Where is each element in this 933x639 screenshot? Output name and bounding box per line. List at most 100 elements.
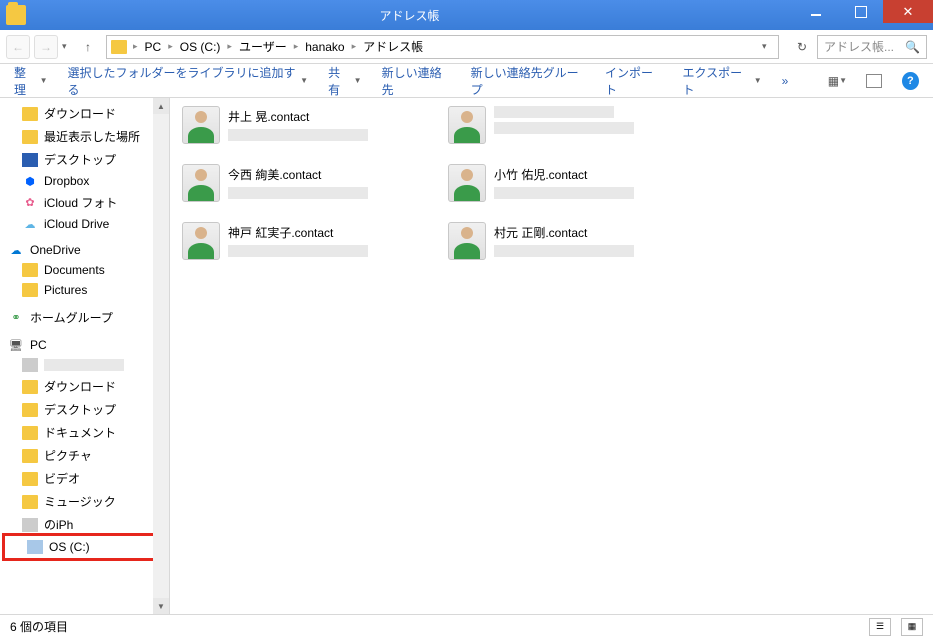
sidebar-item-icloud-photo[interactable]: ✿iCloud フォト [0, 191, 169, 214]
contact-detail [494, 187, 634, 199]
file-list: 井上 晃.contact 今西 絢美.contact [170, 98, 933, 614]
folder-icon [22, 283, 38, 297]
breadcrumb-item[interactable]: OS (C:) [177, 40, 224, 54]
folder-icon [22, 495, 38, 509]
sidebar-item-documents[interactable]: Documents [0, 260, 169, 280]
sidebar-item-pc-pictures[interactable]: ピクチャ [0, 444, 169, 467]
icloud-icon: ☁ [22, 217, 38, 231]
details-view-button[interactable]: ☰ [869, 618, 891, 636]
minimize-button[interactable] [793, 0, 838, 23]
sidebar-item-pc-desktop[interactable]: デスクトップ [0, 398, 169, 421]
chevron-right-icon: ▸ [292, 41, 301, 52]
import-button[interactable]: インポート [605, 64, 663, 98]
sidebar-item-os-drive[interactable]: OS (C:) [2, 533, 167, 561]
new-contact-group-button[interactable]: 新しい連絡先グループ [471, 64, 585, 98]
contact-name: 神戸 紅実子.contact [228, 222, 368, 241]
device-icon [22, 358, 38, 372]
sidebar-item-pc-music[interactable]: ミュージック [0, 490, 169, 513]
sidebar-item-homegroup[interactable]: ⚭ホームグループ [0, 306, 169, 329]
homegroup-icon: ⚭ [8, 311, 24, 325]
chevron-right-icon: ▸ [131, 41, 140, 52]
sidebar-item-pc-documents[interactable]: ドキュメント [0, 421, 169, 444]
forward-button[interactable]: → [34, 35, 58, 59]
scroll-down-icon[interactable]: ▼ [153, 598, 169, 614]
refresh-button[interactable]: ↻ [791, 40, 813, 54]
title-bar: アドレス帳 [0, 0, 933, 30]
overflow-menu[interactable]: » [782, 74, 789, 88]
search-input[interactable]: アドレス帳... 🔍 [817, 35, 927, 59]
sidebar-item-pc[interactable]: 🖥PC [0, 335, 169, 355]
contact-icon [448, 222, 486, 260]
contact-icon [182, 106, 220, 144]
view-menu-icon[interactable]: ▦▼ [828, 72, 846, 90]
breadcrumb-item[interactable]: アドレス帳 [360, 38, 426, 55]
back-button[interactable]: ← [6, 35, 30, 59]
contact-detail [494, 122, 634, 134]
history-dropdown[interactable]: ▾ [62, 41, 74, 52]
dropbox-icon: ⬢ [22, 174, 38, 188]
contact-icon [182, 222, 220, 260]
new-contact-button[interactable]: 新しい連絡先 [382, 64, 451, 98]
folder-icon [6, 5, 26, 25]
close-button[interactable] [883, 0, 933, 23]
help-icon[interactable]: ? [902, 72, 919, 90]
breadcrumb-item[interactable]: hanako [302, 40, 347, 54]
sidebar-item-pictures[interactable]: Pictures [0, 280, 169, 300]
chevron-right-icon: ▸ [225, 41, 234, 52]
sidebar-scrollbar[interactable]: ▲ ▼ [153, 98, 169, 614]
sidebar-item-onedrive[interactable]: ☁OneDrive [0, 240, 169, 260]
item-count: 6 個の項目 [10, 618, 68, 635]
folder-icon [22, 472, 38, 486]
folder-icon [22, 380, 38, 394]
sidebar-item-desktop[interactable]: デスクトップ [0, 148, 169, 171]
folder-icon [22, 426, 38, 440]
contact-icon [448, 106, 486, 144]
contact-name: 小竹 佑児.contact [494, 164, 634, 183]
device-icon [22, 518, 38, 532]
sidebar-item-pc-downloads[interactable]: ダウンロード [0, 375, 169, 398]
contact-detail [228, 245, 368, 257]
icons-view-button[interactable]: ▦ [901, 618, 923, 636]
content-area: ダウンロード 最近表示した場所 デスクトップ ⬢Dropbox ✿iCloud … [0, 98, 933, 614]
folder-icon [22, 107, 38, 121]
contact-item[interactable] [448, 106, 698, 144]
contact-name: 今西 絢美.contact [228, 164, 368, 183]
folder-icon [111, 40, 127, 54]
contact-item[interactable]: 井上 晃.contact [182, 106, 432, 144]
contact-item[interactable]: 神戸 紅実子.contact [182, 222, 432, 260]
toolbar: 整理 ▼ 選択したフォルダーをライブラリに追加する ▼ 共有 ▼ 新しい連絡先 … [0, 64, 933, 98]
contact-detail [228, 187, 368, 199]
breadcrumb-item[interactable]: PC [142, 40, 165, 54]
navigation-bar: ← → ▾ ↑ ▸ PC ▸ OS (C:) ▸ ユーザー ▸ hanako ▸… [0, 30, 933, 64]
preview-pane-icon[interactable] [866, 74, 881, 88]
onedrive-icon: ☁ [8, 243, 24, 257]
search-icon: 🔍 [905, 40, 920, 54]
maximize-button[interactable] [838, 0, 883, 23]
contact-item[interactable]: 小竹 佑児.contact [448, 164, 698, 202]
export-menu[interactable]: エクスポート ▼ [683, 64, 762, 98]
status-bar: 6 個の項目 ☰ ▦ [0, 614, 933, 638]
contact-icon [448, 164, 486, 202]
contact-name [494, 106, 614, 118]
contact-item[interactable]: 今西 絢美.contact [182, 164, 432, 202]
recent-icon [22, 130, 38, 144]
chevron-right-icon: ▸ [166, 41, 175, 52]
address-bar[interactable]: ▸ PC ▸ OS (C:) ▸ ユーザー ▸ hanako ▸ アドレス帳 ▾ [106, 35, 779, 59]
sidebar-item-recent[interactable]: 最近表示した場所 [0, 125, 169, 148]
chevron-down-icon: ▼ [40, 76, 48, 85]
share-menu[interactable]: 共有 ▼ [328, 64, 362, 98]
path-dropdown[interactable]: ▾ [762, 41, 774, 52]
scroll-up-icon[interactable]: ▲ [153, 98, 169, 114]
folder-icon [22, 449, 38, 463]
up-button[interactable]: ↑ [78, 40, 98, 54]
sidebar-item-icloud-drive[interactable]: ☁iCloud Drive [0, 214, 169, 234]
organize-menu[interactable]: 整理 ▼ [14, 64, 48, 98]
sidebar-item-pc-videos[interactable]: ビデオ [0, 467, 169, 490]
sidebar-item-dropbox[interactable]: ⬢Dropbox [0, 171, 169, 191]
add-to-library-menu[interactable]: 選択したフォルダーをライブラリに追加する ▼ [68, 64, 309, 98]
contact-item[interactable]: 村元 正剛.contact [448, 222, 698, 260]
contact-detail [494, 245, 634, 257]
sidebar-item-device[interactable] [0, 355, 169, 375]
breadcrumb-item[interactable]: ユーザー [236, 38, 290, 55]
sidebar-item-downloads[interactable]: ダウンロード [0, 102, 169, 125]
